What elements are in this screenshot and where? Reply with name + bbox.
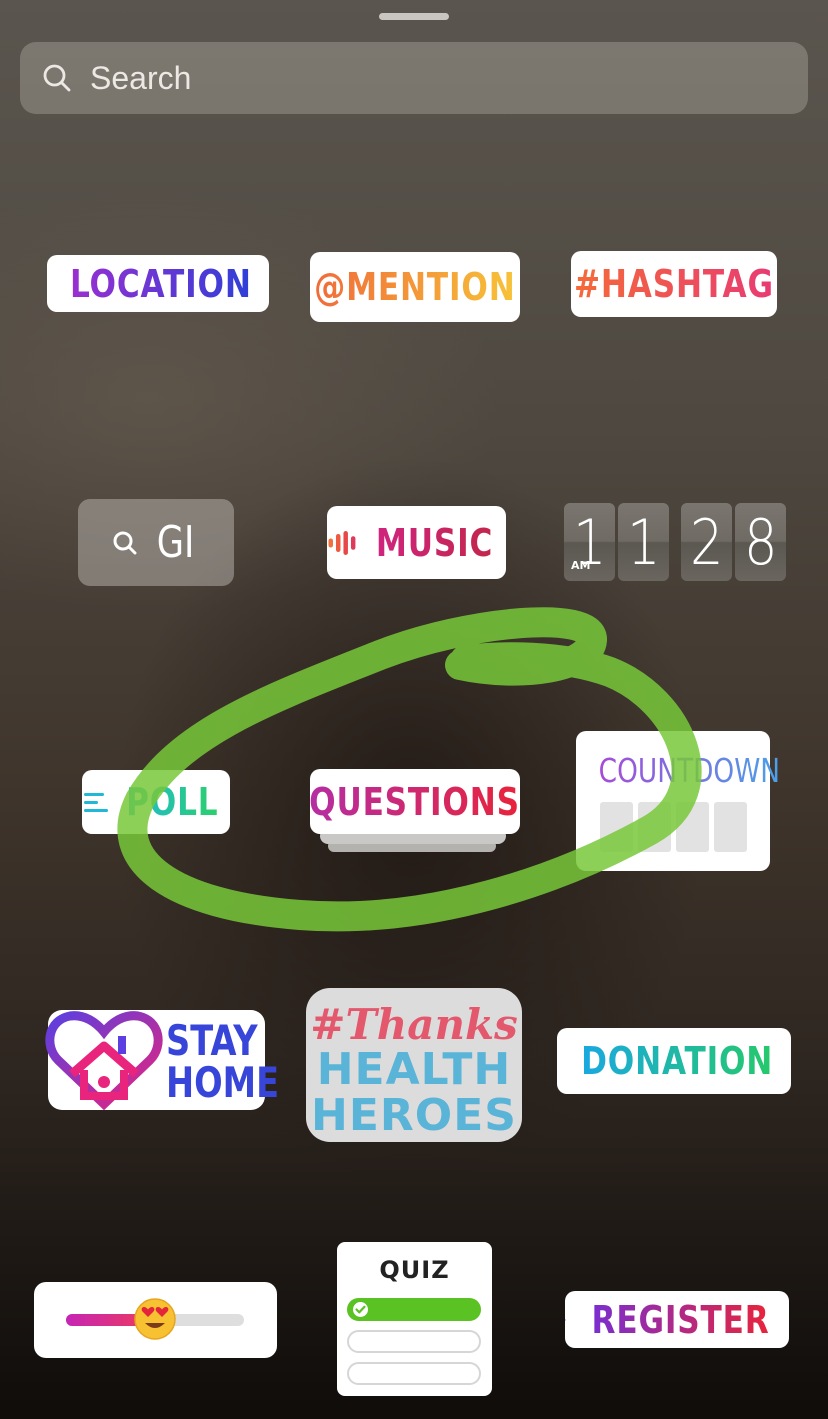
heart-eyes-emoji-icon[interactable] (133, 1297, 177, 1341)
search-bar[interactable]: Search (20, 42, 808, 114)
register-sticker[interactable]: REGISTER (565, 1291, 789, 1348)
search-icon (43, 64, 71, 92)
heart-house-icon (45, 1011, 163, 1111)
countdown-slot (676, 802, 709, 852)
quiz-option (347, 1362, 481, 1385)
drag-handle[interactable] (379, 13, 449, 20)
quiz-sticker[interactable]: QUIZ (337, 1242, 492, 1396)
check-icon (353, 1302, 368, 1317)
thanks-line1: #Thanks (310, 1000, 518, 1049)
clock-sticker[interactable]: 1 AM 1 2 8 (564, 503, 786, 581)
thanks-health-heroes-sticker[interactable]: #Thanks HEALTH HEROES (306, 988, 522, 1142)
countdown-sticker[interactable]: COUNTDOWN (576, 731, 781, 871)
emoji-slider-sticker[interactable] (34, 1282, 277, 1358)
clock-digit: 1 (618, 503, 669, 581)
countdown-title: COUNTDOWN (598, 751, 781, 790)
questions-sticker[interactable]: QUESTIONS (310, 769, 520, 834)
countdown-slot (600, 802, 633, 852)
donation-label: DONATION (580, 1039, 774, 1083)
clock-digit: 8 (735, 503, 786, 581)
register-label: REGISTER (591, 1297, 770, 1342)
mention-label: @MENTION (314, 265, 516, 309)
countdown-slot (714, 802, 747, 852)
music-label: MUSIC (375, 520, 494, 565)
questions-label: QUESTIONS (309, 779, 521, 824)
donation-sticker[interactable]: DONATION (557, 1028, 791, 1094)
stay-home-sticker[interactable]: STAY HOME (45, 1010, 279, 1111)
music-sticker[interactable]: MUSIC (327, 506, 506, 579)
search-icon (113, 531, 137, 554)
audio-bars-icon (328, 530, 356, 555)
register-checkbox-icon (565, 1319, 566, 1320)
clock-digit: 2 (681, 503, 732, 581)
hand-drawn-circle-annotation (117, 607, 702, 932)
quiz-title: QUIZ (379, 1256, 450, 1284)
hashtag-sticker[interactable]: #HASHTAG (571, 251, 777, 317)
gif-label: GI (157, 517, 195, 568)
quiz-option (347, 1330, 481, 1353)
mention-sticker[interactable]: @MENTION (310, 252, 520, 322)
location-sticker[interactable]: LOCATION (47, 255, 269, 312)
poll-lines-icon (83, 793, 108, 812)
poll-label: POLL (125, 780, 219, 824)
thanks-line2: HEALTH (316, 1044, 512, 1095)
countdown-slot (638, 802, 671, 852)
poll-sticker[interactable]: POLL (82, 770, 230, 834)
search-input[interactable]: Search (90, 60, 191, 97)
thanks-line3: HEROES (311, 1090, 517, 1141)
gif-sticker[interactable]: GI (78, 499, 234, 586)
location-label: LOCATION (70, 261, 252, 306)
clock-digit: 1 AM (564, 503, 615, 581)
hashtag-label: #HASHTAG (574, 262, 774, 306)
stay-home-label: STAY HOME (166, 1016, 280, 1107)
quiz-option-correct (347, 1298, 481, 1321)
clock-ampm: AM (571, 559, 591, 572)
